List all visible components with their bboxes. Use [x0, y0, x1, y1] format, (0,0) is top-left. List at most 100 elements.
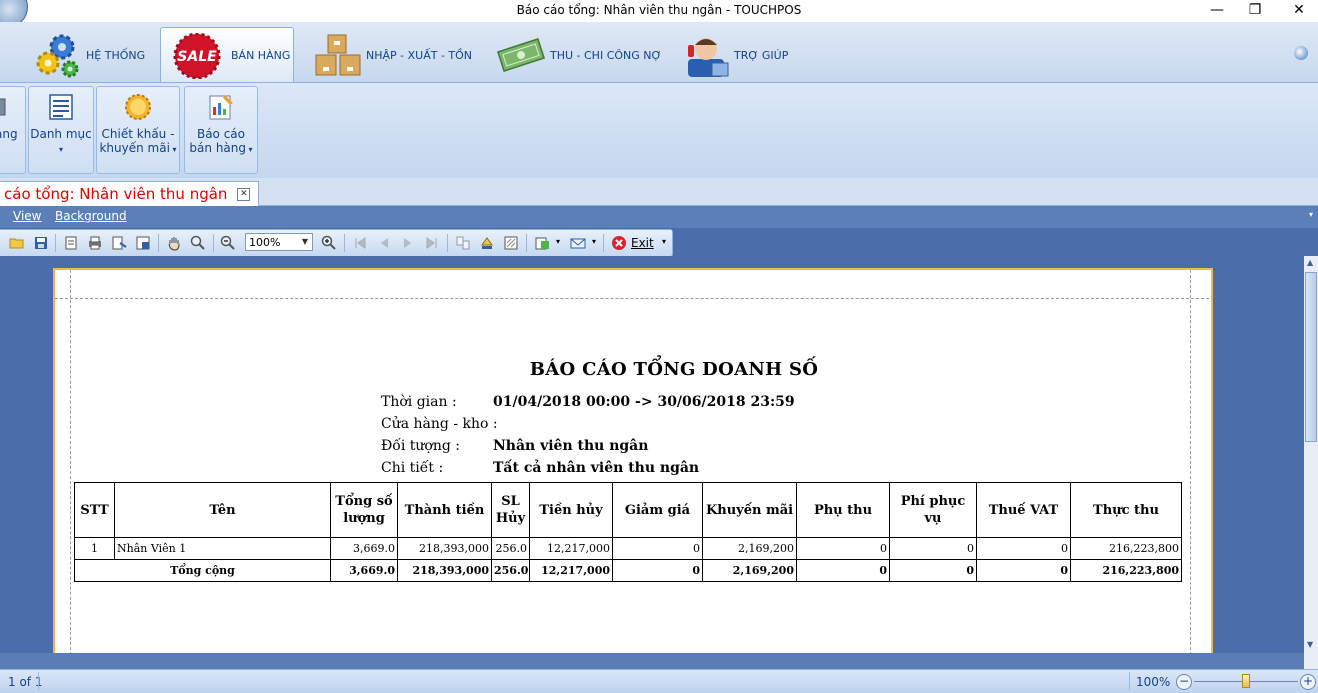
first-page-icon[interactable]	[352, 235, 368, 251]
ribbon-group-label: Danh mục ▾	[30, 127, 92, 154]
quick-print-icon[interactable]	[111, 235, 127, 251]
tab-nhap-xuat-ton[interactable]: NHẬP - XUẤT - TỒN	[314, 28, 474, 82]
table-cell: 0	[796, 537, 890, 560]
table-total-row: Tổng cộng 3,669.0 218,393,000 256.0 12,2…	[74, 559, 1182, 582]
tab-label: THU - CHI CÔNG NỢ	[550, 48, 662, 62]
sale-badge-text: SALE	[177, 49, 217, 65]
tab-he-thong[interactable]: HỆ THỐNG	[34, 28, 154, 82]
column-header: Thuế VAT	[976, 482, 1071, 538]
tab-ban-hang[interactable]: SALE BÁN HÀNG	[160, 27, 294, 83]
status-bar: 1 of 1 100% − +	[0, 669, 1318, 693]
tab-label: BÁN HÀNG	[231, 49, 291, 62]
watermark-icon[interactable]	[503, 235, 519, 251]
email-icon[interactable]	[570, 235, 586, 251]
table-header-row: STT Tên Tổng số lượng Thành tiền SL Hủy …	[74, 482, 1182, 538]
next-page-icon[interactable]	[400, 235, 416, 251]
page-color-icon[interactable]	[479, 235, 495, 251]
scroll-up-icon[interactable]: ▲	[1307, 258, 1313, 267]
partial-icon	[0, 98, 6, 116]
page-setup-icon[interactable]	[63, 235, 79, 251]
menu-view[interactable]: View	[13, 209, 41, 223]
previous-page-icon[interactable]	[376, 235, 392, 251]
table-cell: Tổng cộng	[74, 559, 331, 582]
ribbon-group-danh-muc[interactable]: Danh mục ▾	[28, 86, 94, 174]
table-cell: 0	[976, 559, 1071, 582]
hand-tool-icon[interactable]	[166, 235, 182, 251]
last-page-icon[interactable]	[424, 235, 440, 251]
table-cell: 0	[612, 537, 703, 560]
column-header: STT	[74, 482, 115, 538]
table-cell: 0	[976, 537, 1071, 560]
info-label: Cửa hàng - kho :	[381, 416, 498, 432]
zoom-slider-thumb[interactable]	[1242, 674, 1250, 688]
exit-label: Exit	[631, 236, 654, 250]
info-label: Chi tiết :	[381, 460, 444, 476]
export-dropdown-icon[interactable]: ▾	[556, 237, 560, 246]
open-icon[interactable]	[9, 235, 25, 251]
column-header: Thực thu	[1070, 482, 1182, 538]
menu-background[interactable]: Background	[55, 209, 127, 223]
ribbon-group-label: Chiết khấu - khuyến mãi ▾	[99, 127, 177, 155]
tab-tro-giup[interactable]: TRỢ GIÚP	[684, 28, 794, 82]
document-tab-label: cáo tổng: Nhân viên thu ngân	[4, 185, 228, 203]
info-value: 01/04/2018 00:00 -> 30/06/2018 23:59	[493, 394, 795, 410]
ribbon-panel: àng Danh mục▾ Chiết khấu -khuyến mãi ▾ B…	[0, 82, 1318, 179]
scroll-down-icon[interactable]: ▼	[1307, 640, 1313, 649]
print-icon[interactable]	[87, 235, 103, 251]
ribbon-group-partial[interactable]: àng	[0, 86, 26, 174]
vertical-scroll-thumb[interactable]	[1305, 272, 1317, 442]
zoom-in-icon[interactable]	[321, 235, 337, 251]
tab-label: TRỢ GIÚP	[734, 48, 789, 62]
info-value: Nhân viên thu ngân	[493, 438, 649, 454]
discount-icon	[125, 94, 151, 120]
column-header: Phụ thu	[796, 482, 890, 538]
column-header: Khuyến mãi	[702, 482, 797, 538]
zoom-select[interactable]: 100% ▼	[245, 233, 313, 251]
multiple-pages-icon[interactable]	[455, 235, 471, 251]
zoom-in-button[interactable]: +	[1300, 674, 1316, 690]
zoom-out-button[interactable]: −	[1176, 674, 1192, 690]
table-cell: 0	[612, 559, 703, 582]
column-header: Tiền hủy	[529, 482, 613, 538]
column-header: Tổng số lượng	[330, 482, 398, 538]
horizontal-scrollbar[interactable]	[0, 653, 1318, 669]
report-icon	[209, 95, 233, 120]
table-cell: 3,669.0	[330, 559, 398, 582]
magnifier-icon[interactable]	[190, 235, 206, 251]
exit-button[interactable]: Exit	[611, 234, 654, 252]
page-layout-icon[interactable]	[135, 235, 151, 251]
ribbon-group-chiet-khau[interactable]: Chiết khấu - khuyến mãi ▾	[96, 86, 180, 174]
table-cell: 256.0	[491, 559, 530, 582]
column-header: Phí phục vụ	[889, 482, 977, 538]
table-cell: 2,169,200	[702, 537, 797, 560]
table-cell: 218,393,000	[397, 537, 492, 560]
zoom-out-icon[interactable]	[220, 235, 236, 251]
table-cell: 12,217,000	[529, 559, 613, 582]
document-tab[interactable]: cáo tổng: Nhân viên thu ngân ✕	[0, 181, 260, 206]
zoom-level-label: 100%	[1136, 675, 1171, 689]
toolbar-overflow-icon[interactable]: ▾	[662, 237, 666, 246]
ribbon-group-label: Báo cáo bán hàng ▾	[189, 127, 253, 155]
zoom-select-value: 100%	[249, 236, 281, 249]
table-cell: 256.0	[491, 537, 530, 560]
maximize-button[interactable]: ❐	[1232, 0, 1278, 22]
export-icon[interactable]	[534, 235, 550, 251]
table-cell: 12,217,000	[529, 537, 613, 560]
close-tab-icon[interactable]: ✕	[237, 187, 251, 201]
tab-thu-chi-cong-no[interactable]: THU - CHI CÔNG NỢ	[496, 28, 666, 82]
table-cell: 218,393,000	[397, 559, 492, 582]
table-cell: 0	[889, 559, 977, 582]
preview-toolbar: 100% ▼ ▾ ▾ Exit ▾	[0, 229, 673, 257]
email-dropdown-icon[interactable]: ▾	[592, 237, 596, 246]
column-header: Giảm giá	[612, 482, 703, 538]
list-icon	[49, 94, 73, 120]
help-icon[interactable]	[1294, 46, 1308, 60]
menu-overflow-icon[interactable]: ▾	[1309, 210, 1313, 219]
column-header: Tên	[114, 482, 331, 538]
table-cell: 216,223,800	[1070, 537, 1182, 560]
boxes-icon	[314, 31, 362, 79]
ribbon-group-bao-cao[interactable]: Báo cáo bán hàng ▾	[184, 86, 258, 174]
save-icon[interactable]	[33, 235, 49, 251]
close-button[interactable]: ✕	[1276, 0, 1318, 22]
chevron-down-icon: ▼	[301, 237, 309, 246]
